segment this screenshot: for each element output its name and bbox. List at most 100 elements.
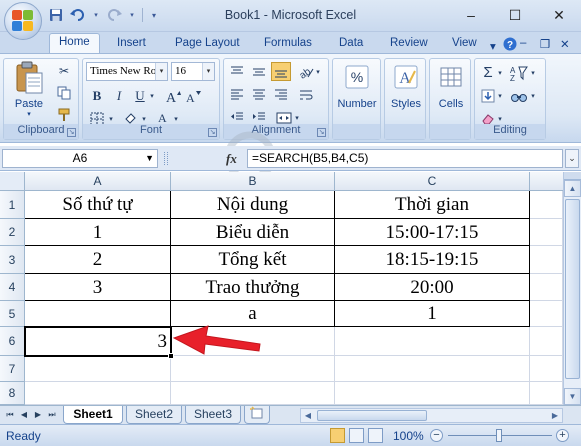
- cell-b3[interactable]: Tổng kết: [171, 246, 335, 274]
- sort-filter-icon[interactable]: AZ: [509, 63, 529, 82]
- horizontal-scrollbar[interactable]: ◀ ▶: [300, 408, 563, 423]
- row-header-2[interactable]: 2: [0, 219, 25, 246]
- tab-page-layout[interactable]: Page Layout: [175, 35, 240, 54]
- tab-data[interactable]: Data: [339, 35, 363, 54]
- cell-a2[interactable]: 1: [25, 219, 171, 246]
- cell-d4[interactable]: [530, 274, 563, 301]
- sort-filter-dropdown-icon[interactable]: ▾: [528, 63, 538, 82]
- formula-input[interactable]: =SEARCH(B5,B4,C5): [247, 149, 563, 168]
- first-sheet-icon[interactable]: ⏮: [4, 409, 16, 421]
- cell-c3[interactable]: 18:15-19:15: [335, 246, 530, 274]
- cell-a6[interactable]: 3: [25, 327, 171, 356]
- cell-c8[interactable]: [335, 382, 530, 405]
- help-icon[interactable]: ?: [503, 35, 517, 54]
- autosum-dropdown-icon[interactable]: ▾: [495, 63, 505, 82]
- horizontal-split-box[interactable]: [564, 172, 581, 180]
- zoom-slider-thumb[interactable]: [496, 429, 502, 442]
- next-sheet-icon[interactable]: ▶: [32, 409, 44, 421]
- wrap-text-icon[interactable]: [296, 85, 316, 104]
- cell-d1[interactable]: [530, 191, 563, 219]
- align-middle-icon[interactable]: [249, 62, 269, 81]
- copy-icon[interactable]: [54, 83, 74, 102]
- cell-c2[interactable]: 15:00-17:15: [335, 219, 530, 246]
- alignment-launcher-icon[interactable]: ↘: [317, 128, 326, 137]
- scroll-down-icon[interactable]: ▼: [564, 388, 581, 405]
- row-header-1[interactable]: 1: [0, 191, 25, 219]
- shrink-font-icon[interactable]: A: [183, 86, 203, 105]
- cell-d3[interactable]: [530, 246, 563, 274]
- align-right-icon[interactable]: [271, 85, 291, 104]
- vertical-scroll-thumb[interactable]: [565, 199, 580, 379]
- workbook-minimize-button[interactable]: –: [520, 35, 526, 54]
- align-center-icon[interactable]: [249, 85, 269, 104]
- find-select-icon[interactable]: [509, 86, 529, 105]
- cell-a7[interactable]: [25, 356, 171, 382]
- clipboard-launcher-icon[interactable]: ↘: [67, 128, 76, 137]
- maximize-button[interactable]: ☐: [493, 0, 537, 30]
- grow-font-icon[interactable]: A: [163, 86, 183, 105]
- horizontal-scroll-thumb[interactable]: [317, 410, 427, 421]
- tab-insert[interactable]: Insert: [117, 35, 146, 54]
- format-painter-icon[interactable]: [54, 105, 74, 124]
- cell-a1[interactable]: Số thứ tự: [25, 191, 171, 219]
- cell-c7[interactable]: [335, 356, 530, 382]
- cell-b1[interactable]: Nội dung: [171, 191, 335, 219]
- tab-review[interactable]: Review: [390, 35, 428, 54]
- cell-d8[interactable]: [530, 382, 563, 405]
- vertical-scrollbar[interactable]: ▲ ▼: [563, 172, 581, 405]
- tab-view[interactable]: View: [452, 35, 477, 54]
- name-box[interactable]: A6 ▼: [2, 149, 158, 168]
- expand-formula-bar-icon[interactable]: ⌄: [565, 149, 579, 168]
- scroll-up-icon[interactable]: ▲: [564, 180, 581, 197]
- cell-c1[interactable]: Thời gian: [335, 191, 530, 219]
- row-header-5[interactable]: 5: [0, 301, 25, 327]
- align-top-icon[interactable]: [227, 62, 247, 81]
- cell-d2[interactable]: [530, 219, 563, 246]
- row-header-3[interactable]: 3: [0, 246, 25, 274]
- font-name-combo[interactable]: Times New Ro ▾: [86, 62, 168, 81]
- align-left-icon[interactable]: [227, 85, 247, 104]
- cut-icon[interactable]: ✂: [54, 61, 74, 80]
- cell-a3[interactable]: 2: [25, 246, 171, 274]
- office-button[interactable]: [4, 2, 42, 40]
- cell-d6[interactable]: [530, 327, 563, 356]
- fill-dropdown-icon[interactable]: ▾: [495, 86, 505, 105]
- underline-dropdown-icon[interactable]: ▾: [147, 86, 157, 105]
- prev-sheet-icon[interactable]: ◀: [18, 409, 30, 421]
- zoom-in-button[interactable]: +: [556, 429, 569, 442]
- tab-home[interactable]: Home: [49, 33, 100, 54]
- cell-c6[interactable]: [335, 327, 530, 356]
- font-size-combo[interactable]: 16 ▾: [171, 62, 215, 81]
- cell-d5[interactable]: [530, 301, 563, 327]
- zoom-out-button[interactable]: −: [430, 429, 443, 442]
- font-name-dropdown-icon[interactable]: ▾: [155, 63, 167, 80]
- align-bottom-icon[interactable]: [271, 62, 291, 81]
- zoom-level[interactable]: 100%: [393, 429, 424, 443]
- last-sheet-icon[interactable]: ⏭: [46, 409, 58, 421]
- select-all-button[interactable]: [0, 172, 25, 191]
- row-header-7[interactable]: 7: [0, 356, 25, 382]
- scroll-left-icon[interactable]: ◀: [301, 409, 315, 422]
- workbook-close-button[interactable]: ✕: [560, 35, 570, 54]
- number-format-button[interactable]: % Number: [335, 65, 379, 110]
- page-break-view-icon[interactable]: [368, 428, 383, 443]
- scroll-right-icon[interactable]: ▶: [548, 409, 562, 422]
- font-launcher-icon[interactable]: ↘: [208, 128, 217, 137]
- name-box-dropdown-icon[interactable]: ▼: [145, 150, 154, 167]
- cells-button[interactable]: Cells: [431, 65, 471, 110]
- cell-c4[interactable]: 20:00: [335, 274, 530, 301]
- cell-b2[interactable]: Biểu diễn: [171, 219, 335, 246]
- sheet-tab-sheet3[interactable]: Sheet3: [185, 406, 241, 424]
- cell-a8[interactable]: [25, 382, 171, 405]
- sheet-tab-sheet1[interactable]: Sheet1: [63, 406, 123, 424]
- formula-bar-splitter[interactable]: [164, 152, 168, 165]
- cell-c5[interactable]: 1: [335, 301, 530, 327]
- column-header-d[interactable]: [530, 172, 563, 191]
- normal-view-icon[interactable]: [330, 428, 345, 443]
- orientation-dropdown-icon[interactable]: ▾: [313, 62, 323, 81]
- insert-function-button[interactable]: fx: [226, 151, 237, 167]
- font-size-dropdown-icon[interactable]: ▾: [202, 63, 214, 80]
- page-layout-view-icon[interactable]: [349, 428, 364, 443]
- close-button[interactable]: ✕: [537, 0, 581, 30]
- cell-a4[interactable]: 3: [25, 274, 171, 301]
